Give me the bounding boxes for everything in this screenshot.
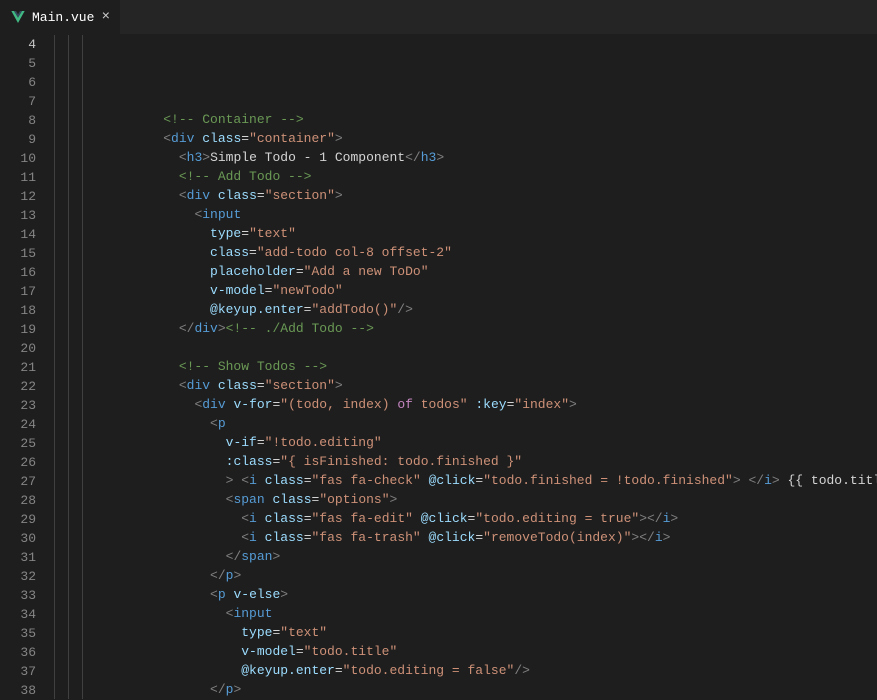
line-number: 31 bbox=[0, 548, 54, 567]
line-number: 10 bbox=[0, 149, 54, 168]
code-line[interactable]: </div><!-- ./Add Todo --> bbox=[54, 319, 877, 338]
code-line[interactable]: </p> bbox=[54, 566, 877, 585]
code-line[interactable]: </p> bbox=[54, 680, 877, 699]
code-line[interactable]: v-if="!todo.editing" bbox=[54, 433, 877, 452]
code-line[interactable]: <!-- Show Todos --> bbox=[54, 357, 877, 376]
code-line[interactable]: <p v-else> bbox=[54, 585, 877, 604]
code-line[interactable]: @keyup.enter="todo.editing = false"/> bbox=[54, 661, 877, 680]
line-number: 21 bbox=[0, 358, 54, 377]
line-number: 34 bbox=[0, 605, 54, 624]
code-line[interactable]: <div v-for="(todo, index) of todos" :key… bbox=[54, 395, 877, 414]
code-line[interactable] bbox=[54, 338, 877, 357]
code-line[interactable]: <input bbox=[54, 205, 877, 224]
code-line[interactable]: <i class="fas fa-edit" @click="todo.edit… bbox=[54, 509, 877, 528]
code-line[interactable]: @keyup.enter="addTodo()"/> bbox=[54, 300, 877, 319]
line-number: 26 bbox=[0, 453, 54, 472]
line-number: 29 bbox=[0, 510, 54, 529]
code-line[interactable]: type="text" bbox=[54, 623, 877, 642]
line-number: 11 bbox=[0, 168, 54, 187]
code-line[interactable]: placeholder="Add a new ToDo" bbox=[54, 262, 877, 281]
code-line[interactable]: <i class="fas fa-trash" @click="removeTo… bbox=[54, 528, 877, 547]
code-line[interactable]: <h3>Simple Todo - 1 Component</h3> bbox=[54, 148, 877, 167]
line-number: 6 bbox=[0, 73, 54, 92]
tab-bar: Main.vue × bbox=[0, 0, 877, 35]
line-number: 25 bbox=[0, 434, 54, 453]
line-number: 32 bbox=[0, 567, 54, 586]
code-line[interactable]: class="add-todo col-8 offset-2" bbox=[54, 243, 877, 262]
line-number: 5 bbox=[0, 54, 54, 73]
code-line[interactable]: <!-- Container --> bbox=[54, 110, 877, 129]
line-number: 22 bbox=[0, 377, 54, 396]
code-line[interactable]: <input bbox=[54, 604, 877, 623]
code-line[interactable]: </span> bbox=[54, 547, 877, 566]
line-number-gutter: 4567891011121314151617181920212223242526… bbox=[0, 35, 54, 699]
code-line[interactable]: <div class="container"> bbox=[54, 129, 877, 148]
line-number: 18 bbox=[0, 301, 54, 320]
line-number: 30 bbox=[0, 529, 54, 548]
vue-icon bbox=[10, 9, 26, 25]
code-line[interactable]: v-model="todo.title" bbox=[54, 642, 877, 661]
line-number: 9 bbox=[0, 130, 54, 149]
code-line[interactable]: v-model="newTodo" bbox=[54, 281, 877, 300]
line-number: 24 bbox=[0, 415, 54, 434]
line-number: 27 bbox=[0, 472, 54, 491]
line-number: 15 bbox=[0, 244, 54, 263]
line-number: 7 bbox=[0, 92, 54, 111]
line-number: 14 bbox=[0, 225, 54, 244]
line-number: 19 bbox=[0, 320, 54, 339]
code-line[interactable]: > <i class="fas fa-check" @click="todo.f… bbox=[54, 471, 877, 490]
line-number: 20 bbox=[0, 339, 54, 358]
code-line[interactable]: <span class="options"> bbox=[54, 490, 877, 509]
line-number: 16 bbox=[0, 263, 54, 282]
line-number: 8 bbox=[0, 111, 54, 130]
line-number: 36 bbox=[0, 643, 54, 662]
code-area[interactable]: <!-- Container --> <div class="container… bbox=[54, 35, 877, 699]
line-number: 38 bbox=[0, 681, 54, 700]
line-number: 23 bbox=[0, 396, 54, 415]
close-icon[interactable]: × bbox=[102, 9, 110, 25]
code-line[interactable]: <!-- Add Todo --> bbox=[54, 167, 877, 186]
code-line[interactable]: type="text" bbox=[54, 224, 877, 243]
code-line[interactable]: :class="{ isFinished: todo.finished }" bbox=[54, 452, 877, 471]
line-number: 4 bbox=[0, 35, 54, 54]
tab-main-vue[interactable]: Main.vue × bbox=[0, 0, 120, 34]
code-line[interactable]: <div class="section"> bbox=[54, 376, 877, 395]
code-line[interactable]: <p bbox=[54, 414, 877, 433]
line-number: 17 bbox=[0, 282, 54, 301]
line-number: 13 bbox=[0, 206, 54, 225]
tab-label: Main.vue bbox=[32, 10, 94, 25]
line-number: 37 bbox=[0, 662, 54, 681]
line-number: 33 bbox=[0, 586, 54, 605]
line-number: 12 bbox=[0, 187, 54, 206]
line-number: 35 bbox=[0, 624, 54, 643]
line-number: 28 bbox=[0, 491, 54, 510]
editor[interactable]: 4567891011121314151617181920212223242526… bbox=[0, 35, 877, 699]
code-line[interactable]: <div class="section"> bbox=[54, 186, 877, 205]
